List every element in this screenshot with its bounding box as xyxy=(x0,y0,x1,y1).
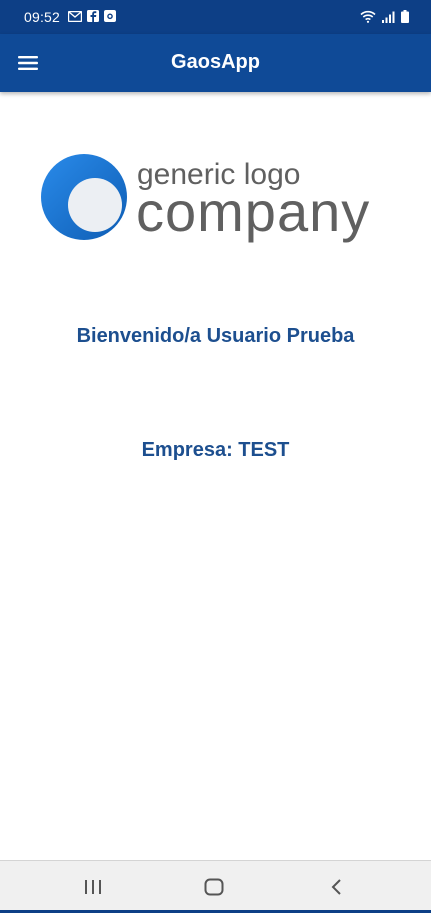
status-time: 09:52 xyxy=(24,9,61,25)
logo-circle-icon xyxy=(41,154,127,240)
welcome-message: Bienvenido/a Usuario Prueba xyxy=(76,325,355,347)
home-button[interactable] xyxy=(200,875,228,899)
main-content: generic logo company Bienvenido/a Usuari… xyxy=(0,92,431,860)
app-bar: GaosApp xyxy=(0,34,431,92)
app-title: GaosApp xyxy=(171,51,260,73)
status-system-icons xyxy=(360,10,409,23)
signal-icon xyxy=(382,11,395,23)
company-logo: generic logo company xyxy=(40,152,390,244)
battery-icon xyxy=(401,10,409,23)
recent-apps-button[interactable] xyxy=(79,875,107,899)
back-icon xyxy=(331,879,341,895)
status-notification-icons xyxy=(68,10,116,22)
wifi-icon xyxy=(360,10,376,23)
recent-apps-icon xyxy=(85,880,101,894)
back-button[interactable] xyxy=(322,875,350,899)
system-nav-bar xyxy=(0,860,431,911)
gmail-icon xyxy=(68,10,82,22)
status-bar: 09:52 xyxy=(0,0,431,34)
logo-text-company: company xyxy=(136,180,371,243)
facebook-icon xyxy=(87,10,99,22)
home-icon xyxy=(204,878,224,896)
phone-screen: 09:52 GaosApp generic logo company Bienv… xyxy=(0,0,431,913)
camera-icon xyxy=(104,10,116,22)
company-label: Empresa: TEST xyxy=(141,439,290,461)
